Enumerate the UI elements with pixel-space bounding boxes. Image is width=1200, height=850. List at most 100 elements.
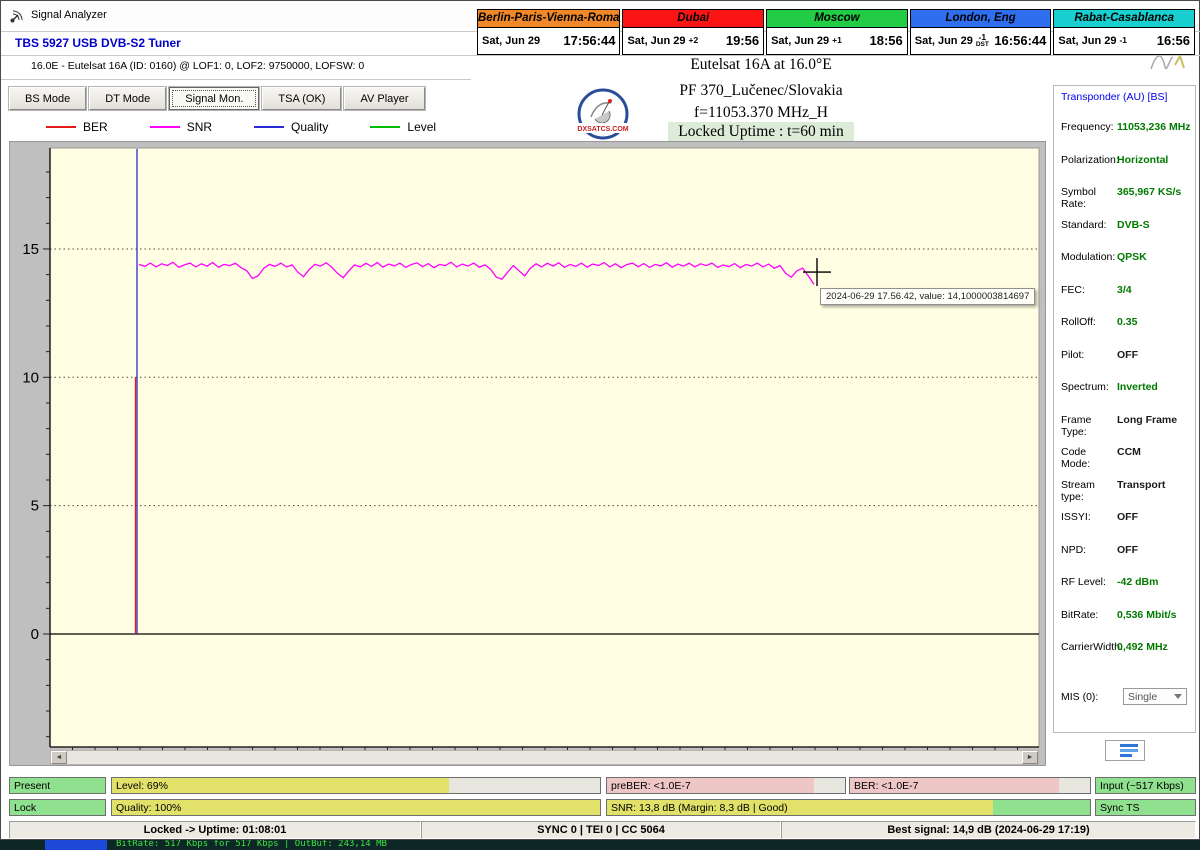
tp-value: OFF	[1117, 511, 1138, 523]
svg-text:5: 5	[31, 498, 39, 515]
tuner-config: 16.0E - Eutelsat 16A (ID: 0160) @ LOF1: …	[31, 60, 365, 72]
logo-text: DXSATCS.COM	[577, 126, 628, 133]
tp-value: CCM	[1117, 446, 1141, 458]
tp-label: NPD:	[1061, 543, 1087, 556]
tp-label: BitRate:	[1061, 608, 1099, 621]
dxsatcs-logo: DXSATCS.COM	[575, 87, 631, 150]
clock-city-label: Berlin-Paris-Vienna-Roma	[478, 10, 620, 28]
clock-city-label: Dubai	[623, 10, 764, 28]
utc-offset: -1	[1119, 35, 1128, 45]
tp-label: RollOff:	[1061, 316, 1096, 328]
tp-label: Standard:	[1061, 218, 1107, 231]
clock-city-label: Rabat-Casablanca	[1054, 10, 1195, 28]
tab-signal-mon[interactable]: Signal Mon.	[169, 87, 260, 110]
export-icon	[1119, 744, 1138, 757]
tp-row-npd: NPD: OFF	[1061, 541, 1192, 574]
tp-label: ISSYI:	[1061, 511, 1091, 523]
tooltip-text: 2024-06-29 17.56.42, value: 14,100000381…	[826, 291, 1030, 302]
status-lock: Lock	[9, 799, 106, 816]
separator	[1, 79, 471, 80]
tp-label: CarrierWidth:	[1061, 641, 1123, 653]
tp-label: Pilot:	[1061, 348, 1085, 361]
transponder-title: Transponder (AU) [BS]	[1061, 91, 1168, 103]
mis-value: Single	[1128, 690, 1158, 703]
tp-value: Long Frame	[1117, 413, 1178, 426]
status-ber: BER: <1.0E-7	[849, 777, 1091, 794]
tp-value: OFF	[1117, 348, 1138, 361]
mode-tabs: BS Mode DT Mode Signal Mon. TSA (OK) AV Play…	[9, 87, 425, 110]
tp-row-bitrate: BitRate: 0,536 Mbit/s	[1061, 606, 1192, 639]
scrollbar-track[interactable]	[67, 751, 1022, 764]
tp-label: FEC:	[1061, 283, 1085, 296]
legend-label: Level	[407, 120, 437, 134]
clock-time: Sat, Jun 29 +2 19:56	[623, 28, 764, 53]
tp-row-standard: Standard: DVB-S	[1061, 216, 1192, 249]
chevron-down-icon	[1174, 694, 1182, 699]
tp-row-polarization: Polarization: Horizontal	[1061, 151, 1192, 184]
footer-best-signal: Best signal: 14,9 dB (2024-06-29 17:19)	[781, 821, 1196, 839]
tp-row-carrierwidth: CarrierWidth: 0,492 MHz	[1061, 638, 1192, 671]
export-button[interactable]	[1105, 740, 1145, 761]
clock-berlin-paris-vienna-roma: Berlin-Paris-Vienna-Roma Sat, Jun 29 17:56…	[477, 9, 621, 55]
chart-legend: BER SNR Quality Level	[46, 119, 478, 135]
svg-text:0: 0	[31, 626, 39, 643]
status-preber: preBER: <1.0E-7	[606, 777, 846, 794]
tp-label: Stream type:	[1061, 478, 1095, 503]
tp-value: 0.35	[1117, 316, 1138, 328]
background-taskbar-item	[45, 840, 107, 850]
tp-row-fec: FEC: 3/4	[1061, 281, 1192, 314]
tp-value: DVB-S	[1117, 218, 1150, 231]
chart-scrollbar[interactable]: ◄ ►	[50, 750, 1039, 765]
footer-lock-uptime: Locked -> Uptime: 01:08:01	[9, 821, 421, 839]
clock-city-label: Moscow	[767, 10, 907, 28]
tp-value: OFF	[1117, 543, 1138, 556]
tab-bs-mode[interactable]: BS Mode	[9, 87, 87, 110]
tp-value: 3/4	[1117, 283, 1132, 296]
tp-label: Polarization:	[1061, 153, 1119, 166]
clock-dubai: Dubai Sat, Jun 29 +2 19:56	[622, 9, 765, 55]
tp-label: Frequency:	[1061, 121, 1114, 133]
tp-row-spectrum: Spectrum: Inverted	[1061, 378, 1192, 411]
legend-snr: SNR	[149, 120, 213, 134]
tp-row-symbol-rate: Symbol Rate: 365,967 KS/s	[1061, 183, 1192, 216]
utc-offset: +1	[832, 35, 842, 45]
tp-value: QPSK	[1117, 251, 1147, 263]
tp-value: Transport	[1117, 478, 1166, 491]
utc-offset: +2	[688, 35, 699, 45]
status-level: Level: 69%	[111, 777, 601, 794]
window-title: Signal Analyzer	[31, 9, 107, 21]
legend-line-icon	[254, 126, 285, 128]
utc-offset: -1 DST	[975, 31, 989, 48]
legend-line-icon	[149, 126, 180, 128]
mis-row: MIS (0): Single	[1061, 688, 1187, 705]
svg-text:15: 15	[22, 241, 39, 258]
mis-dropdown[interactable]: Single	[1123, 688, 1187, 705]
uptime-text: Locked Uptime : t=60 min	[668, 122, 854, 141]
signal-chart[interactable]: 0 5 10 15 2024-06-29 17.56.42, value: 14,10…	[9, 141, 1046, 766]
tab-tsa-ok[interactable]: TSA (OK)	[262, 87, 342, 110]
status-row-1: Present Level: 69% preBER: <1.0E-7 BER: <1.…	[1, 777, 1200, 794]
tp-row-frequency: Frequency: 11053,236 MHz	[1061, 118, 1192, 151]
clock-city-label: London, Eng	[910, 10, 1051, 28]
tp-row-modulation: Modulation: QPSK	[1061, 248, 1192, 281]
status-row-2: Lock Quality: 100% SNR: 13,8 dB (Margin: 8…	[1, 799, 1200, 816]
tp-value: -42 dBm	[1117, 576, 1159, 588]
tp-label: Spectrum:	[1061, 381, 1109, 393]
tp-row-stream-type: Stream type: Transport	[1061, 476, 1192, 509]
tp-row-frame-type: Frame Type: Long Frame	[1061, 411, 1192, 444]
tab-av-player[interactable]: AV Player	[344, 87, 425, 110]
chart-plot[interactable]: 0 5 10 15	[10, 142, 1045, 765]
app-icon	[9, 8, 25, 29]
scrollbar-left-arrow-icon[interactable]: ◄	[51, 751, 67, 764]
clock-london-eng: London, Eng Sat, Jun 29 -1 DST 16:56:44	[909, 9, 1052, 55]
status-input-517-kbps: Input (~517 Kbps)	[1095, 777, 1196, 794]
transponder-rows: Frequency: 11053,236 MHz Polarization: Hori…	[1061, 118, 1192, 671]
tp-value: 0,492 MHz	[1117, 641, 1168, 653]
legend-label: BER	[83, 120, 108, 134]
tab-dt-mode[interactable]: DT Mode	[89, 87, 167, 110]
scrollbar-right-arrow-icon[interactable]: ►	[1022, 751, 1038, 764]
legend-ber: BER	[46, 120, 108, 134]
status-present: Present	[9, 777, 106, 794]
clock-time: Sat, Jun 29 +1 18:56	[767, 28, 907, 53]
legend-label: SNR	[186, 120, 213, 134]
